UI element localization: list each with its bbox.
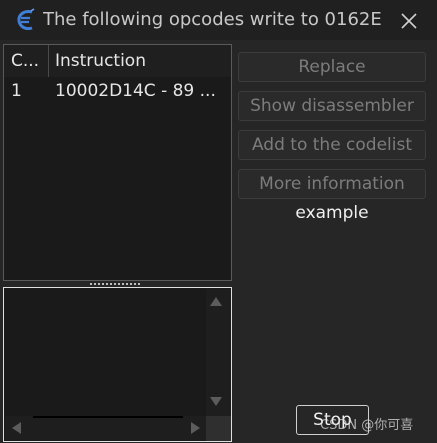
replace-button[interactable]: Replace: [238, 52, 426, 82]
column-header-instruction[interactable]: Instruction: [55, 51, 225, 71]
scroll-down-icon[interactable]: [210, 397, 222, 406]
show-disassembler-button[interactable]: Show disassembler: [238, 91, 426, 121]
scroll-left-icon[interactable]: [12, 422, 21, 434]
row-count: 1: [11, 81, 22, 101]
watermark: CSDN @你可喜: [320, 418, 414, 433]
scroll-up-icon[interactable]: [210, 297, 222, 306]
scrollbar-thumb[interactable]: [33, 416, 183, 418]
more-information-button[interactable]: More information: [238, 169, 426, 199]
column-header-count[interactable]: C...: [11, 51, 47, 71]
window-title: The following opcodes write to 0162E...: [43, 9, 383, 30]
scroll-right-icon[interactable]: [191, 422, 200, 434]
column-divider[interactable]: [48, 45, 49, 77]
info-memo[interactable]: [3, 287, 232, 442]
list-header: C... Instruction: [4, 45, 231, 77]
horizontal-scrollbar[interactable]: [5, 416, 206, 440]
cheat-engine-icon: [17, 8, 35, 31]
vertical-scrollbar[interactable]: [206, 289, 230, 416]
add-to-codelist-button[interactable]: Add to the codelist: [238, 130, 426, 160]
close-icon[interactable]: [396, 8, 422, 34]
scrollbar-corner: [206, 416, 231, 441]
title-bar: The following opcodes write to 0162E...: [0, 0, 437, 40]
table-row[interactable]: 1 10002D14C - 89 ...: [4, 79, 231, 103]
opcode-list[interactable]: C... Instruction 1 10002D14C - 89 ...: [3, 44, 232, 281]
example-label: example: [295, 203, 369, 223]
row-instruction: 10002D14C - 89 ...: [55, 81, 216, 101]
